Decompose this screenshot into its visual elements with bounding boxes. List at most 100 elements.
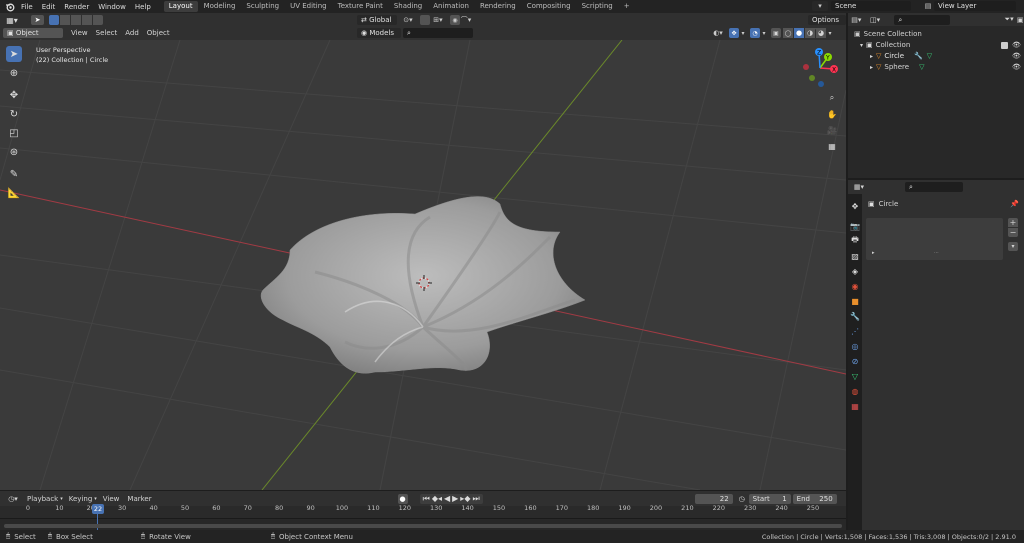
tab-animation[interactable]: Animation xyxy=(428,1,474,12)
visibility-toggle-icon[interactable]: ◐▾ xyxy=(710,28,726,38)
pan-hand-icon[interactable]: ✋ xyxy=(826,108,838,120)
select-box-tool-icon[interactable]: ➤ xyxy=(6,46,22,62)
mode-dropdown[interactable]: ▣ Object Mode xyxy=(3,28,63,47)
tab-sculpting[interactable]: Sculpting xyxy=(241,1,284,12)
select-mode-extend-icon[interactable] xyxy=(60,15,70,25)
blender-logo-icon[interactable] xyxy=(5,2,15,12)
scene-selector[interactable]: Scene xyxy=(831,1,911,11)
select-mode-new-icon[interactable] xyxy=(49,15,59,25)
view-layer-tab-icon[interactable]: ▨ xyxy=(849,250,861,262)
pivot-point-icon[interactable]: ⊙▾ xyxy=(400,15,416,25)
exclude-checkbox-icon[interactable] xyxy=(1001,42,1008,49)
proportional-editing-icon[interactable]: ◉ xyxy=(450,15,460,25)
physics-tab-icon[interactable]: ◎ xyxy=(849,340,861,352)
list-menu-icon[interactable]: ▾ xyxy=(1008,242,1018,251)
navigation-gizmo[interactable]: X Y Z xyxy=(800,48,840,88)
pin-icon[interactable]: 📌 xyxy=(1010,200,1019,208)
expand-arrow-icon[interactable]: ▾ xyxy=(860,40,863,51)
gizmo-toggle-icon[interactable]: ✥ xyxy=(729,28,739,38)
menu-render[interactable]: Render xyxy=(64,3,89,11)
add-item-icon[interactable]: + xyxy=(1008,218,1018,227)
object-tab-icon[interactable]: ■ xyxy=(849,295,861,307)
shading-options-icon[interactable]: ▾ xyxy=(826,28,834,38)
data-tab-icon[interactable]: ▽ xyxy=(849,370,861,382)
select-tool-icon[interactable]: ➤ xyxy=(31,15,44,25)
filter-icon[interactable]: ⏷▾ xyxy=(1004,15,1015,24)
outliner-editor-icon[interactable]: ▤▾ xyxy=(851,16,862,24)
menu-help[interactable]: Help xyxy=(135,3,151,11)
collection-filter-dropdown[interactable]: ◉ Models xyxy=(357,28,401,38)
move-tool-icon[interactable]: ✥ xyxy=(6,87,22,103)
snap-target-icon[interactable]: ⊞▾ xyxy=(430,15,446,25)
select-mode-intersect-icon[interactable] xyxy=(93,15,103,25)
tree-row-circle[interactable]: ▸ ▽ Circle 🔧 ▽ 👁 xyxy=(854,51,1024,62)
modifier-tab-icon[interactable]: 🔧 xyxy=(849,310,861,322)
tool-tab-icon[interactable]: ✥ xyxy=(849,200,861,212)
constraints-tab-icon[interactable]: ⊘ xyxy=(849,355,861,367)
shading-material-icon[interactable]: ◑ xyxy=(805,28,815,38)
3d-viewport[interactable]: User Perspective (22) Collection | Circl… xyxy=(0,40,846,490)
zoom-icon[interactable]: ⌕ xyxy=(826,92,838,104)
particles-tab-icon[interactable]: ⋰ xyxy=(849,325,861,337)
overlay-dropdown-icon[interactable]: ▾ xyxy=(760,28,768,38)
display-mode-icon[interactable]: ◫▾ xyxy=(870,16,881,24)
tab-scripting[interactable]: Scripting xyxy=(577,1,618,12)
tree-row-scene-collection[interactable]: ▣ Scene Collection xyxy=(854,29,1024,40)
camera-view-icon[interactable]: 🎥 xyxy=(826,124,838,136)
texture-tab-icon[interactable]: ▦ xyxy=(849,400,861,412)
menu-object[interactable]: Object xyxy=(147,29,170,37)
add-workspace-button[interactable]: + xyxy=(619,1,635,12)
tree-row-sphere[interactable]: ▸ ▽ Sphere ▽ 👁 xyxy=(854,62,1024,73)
menu-view[interactable]: View xyxy=(71,29,88,37)
tab-shading[interactable]: Shading xyxy=(389,1,427,12)
menu-file[interactable]: File xyxy=(21,3,33,11)
3d-cursor-icon[interactable] xyxy=(416,275,432,291)
properties-search-field[interactable]: ⌕ xyxy=(905,182,963,192)
output-tab-icon[interactable]: 🖶 xyxy=(849,235,861,247)
menu-edit[interactable]: Edit xyxy=(42,3,56,11)
playhead[interactable]: 22 xyxy=(92,504,104,514)
rotate-tool-icon[interactable]: ↻ xyxy=(6,106,22,122)
new-collection-icon[interactable]: ▣ xyxy=(1016,16,1024,24)
select-mode-invert-icon[interactable] xyxy=(82,15,92,25)
gizmo-dropdown-icon[interactable]: ▾ xyxy=(739,28,747,38)
visibility-eye-icon[interactable]: 👁 xyxy=(1012,62,1021,73)
tab-uv-editing[interactable]: UV Editing xyxy=(285,1,332,12)
viewport-search-field[interactable]: ⌕ xyxy=(403,28,473,38)
menu-add[interactable]: Add xyxy=(125,29,139,37)
timeline-scrollbar[interactable] xyxy=(4,524,842,528)
world-tab-icon[interactable]: ◉ xyxy=(849,280,861,292)
editor-type-icon[interactable]: ▦▾ xyxy=(3,15,21,25)
shading-rendered-icon[interactable]: ◕ xyxy=(816,28,826,38)
xray-toggle-icon[interactable]: ▣ xyxy=(771,28,781,38)
overlay-toggle-icon[interactable]: ◔ xyxy=(750,28,760,38)
remove-item-icon[interactable]: − xyxy=(1008,228,1018,237)
annotate-tool-icon[interactable]: ✎ xyxy=(6,166,22,182)
expand-arrow-icon[interactable]: ▸ xyxy=(870,51,873,62)
visibility-eye-icon[interactable]: 👁 xyxy=(1012,40,1021,51)
tab-compositing[interactable]: Compositing xyxy=(522,1,576,12)
transform-orientation-dropdown[interactable]: ⇄ Global xyxy=(357,15,397,25)
menu-select[interactable]: Select xyxy=(96,29,118,37)
menu-window[interactable]: Window xyxy=(98,3,126,11)
measure-tool-icon[interactable]: 📐 xyxy=(6,185,22,201)
shading-solid-icon[interactable]: ● xyxy=(794,28,804,38)
timeline-scrubber[interactable]: 0 10 20 30 40 50 60 70 80 90 100 110 120 130 140 150 160… xyxy=(0,504,846,530)
material-tab-icon[interactable]: ◍ xyxy=(849,385,861,397)
tab-modeling[interactable]: Modeling xyxy=(199,1,241,12)
tab-texture-paint[interactable]: Texture Paint xyxy=(333,1,388,12)
transform-tool-icon[interactable]: ⊛ xyxy=(6,144,22,160)
expand-arrow-icon[interactable]: ▸ xyxy=(872,250,875,256)
scale-tool-icon[interactable]: ◰ xyxy=(6,125,22,141)
shading-wireframe-icon[interactable]: ◯ xyxy=(783,28,793,38)
select-mode-subtract-icon[interactable] xyxy=(71,15,81,25)
drag-handle-icon[interactable]: ⋯ xyxy=(934,250,939,256)
outliner-search-field[interactable]: ⌕ xyxy=(894,14,950,25)
render-tab-icon[interactable]: 📷 xyxy=(849,220,861,232)
view-layer-icon[interactable]: ▤ xyxy=(922,1,934,11)
modifier-list-area[interactable]: ▸ ⋯ xyxy=(866,218,1003,260)
cursor-tool-icon[interactable]: ⊕ xyxy=(6,65,22,81)
tree-row-collection[interactable]: ▾ ▣ Collection 👁 xyxy=(854,40,1024,51)
ortho-grid-icon[interactable]: ▦ xyxy=(826,140,838,152)
expand-arrow-icon[interactable]: ▸ xyxy=(870,62,873,73)
